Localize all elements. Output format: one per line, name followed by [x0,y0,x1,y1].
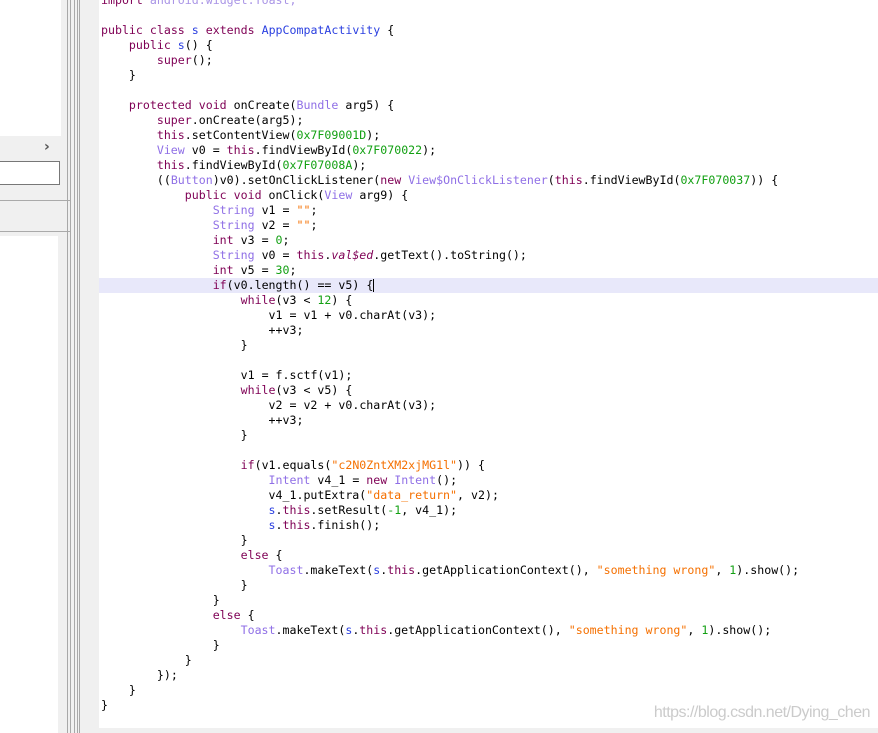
splitter-line[interactable] [74,0,75,733]
splitter-line[interactable] [77,0,78,733]
code-line[interactable]: }); [99,668,878,683]
code-line[interactable]: int v3 = 0; [99,233,878,248]
code-line[interactable]: if(v0.length() == v5) { [99,278,878,293]
panel-divider [0,200,70,232]
code-line[interactable]: else { [99,548,878,563]
code-line[interactable]: this.findViewById(0x7F07008A); [99,158,878,173]
code-line[interactable]: Intent v4_1 = new Intent(); [99,473,878,488]
code-line[interactable]: public void onClick(View arg9) { [99,188,878,203]
code-line[interactable]: super.onCreate(arg5); [99,113,878,128]
code-line[interactable] [99,353,878,368]
code-line[interactable]: Toast.makeText(s.this.getApplicationCont… [99,623,878,638]
code-line[interactable]: v1 = v1 + v0.charAt(v3); [99,308,878,323]
code-line[interactable]: String v0 = this.val$ed.getText().toStri… [99,248,878,263]
code-line[interactable]: } [99,638,878,653]
splitter-line[interactable] [70,0,71,733]
code-line[interactable]: } [99,533,878,548]
code-line[interactable]: } [99,68,878,83]
splitter-line[interactable] [67,0,68,733]
code-line[interactable] [99,83,878,98]
code-line[interactable]: } [99,578,878,593]
splitter-line[interactable] [79,0,80,733]
code-editor[interactable]: import android.widget.Toast; public class… [99,0,878,728]
code-line[interactable]: if(v1.equals("c2N0ZntXM2xjMG1l")) { [99,458,878,473]
tree-panel[interactable] [0,0,61,136]
code-line[interactable]: while(v3 < 12) { [99,293,878,308]
code-line[interactable]: ++v3; [99,413,878,428]
code-line[interactable]: } [99,653,878,668]
code-line[interactable]: else { [99,608,878,623]
code-line[interactable]: } [99,593,878,608]
code-line[interactable] [99,443,878,458]
code-line[interactable]: public class s extends AppCompatActivity… [99,23,878,38]
code-line[interactable]: super(); [99,53,878,68]
code-line[interactable]: import android.widget.Toast; [99,0,878,8]
panel-header-row: › [0,137,61,159]
code-line[interactable]: v4_1.putExtra("data_return", v2); [99,488,878,503]
code-line[interactable]: } [99,338,878,353]
code-line[interactable]: String v2 = ""; [99,218,878,233]
code-line[interactable]: while(v3 < v5) { [99,383,878,398]
code-line[interactable] [99,8,878,23]
code-line[interactable]: s.this.setResult(-1, v4_1); [99,503,878,518]
text-cursor [373,279,375,292]
code-line[interactable]: v1 = f.sctf(v1); [99,368,878,383]
search-input[interactable] [0,161,60,185]
code-line[interactable]: } [99,683,878,698]
code-line[interactable]: ++v3; [99,323,878,338]
code-line[interactable]: v2 = v2 + v0.charAt(v3); [99,398,878,413]
secondary-panel[interactable] [0,236,58,733]
code-line[interactable]: String v1 = ""; [99,203,878,218]
watermark: https://blog.csdn.net/Dying_chen [653,704,871,721]
code-line[interactable]: Toast.makeText(s.this.getApplicationCont… [99,563,878,578]
code-line[interactable]: public s() { [99,38,878,53]
code-line[interactable]: s.this.finish(); [99,518,878,533]
code-line[interactable]: } [99,428,878,443]
chevron-right-icon[interactable]: › [44,137,50,157]
code-line[interactable]: View v0 = this.findViewById(0x7F070022); [99,143,878,158]
code-line[interactable]: ((Button)v0).setOnClickListener(new View… [99,173,878,188]
code-line[interactable]: protected void onCreate(Bundle arg5) { [99,98,878,113]
code-line[interactable]: int v5 = 30; [99,263,878,278]
code-line[interactable]: this.setContentView(0x7F09001D); [99,128,878,143]
